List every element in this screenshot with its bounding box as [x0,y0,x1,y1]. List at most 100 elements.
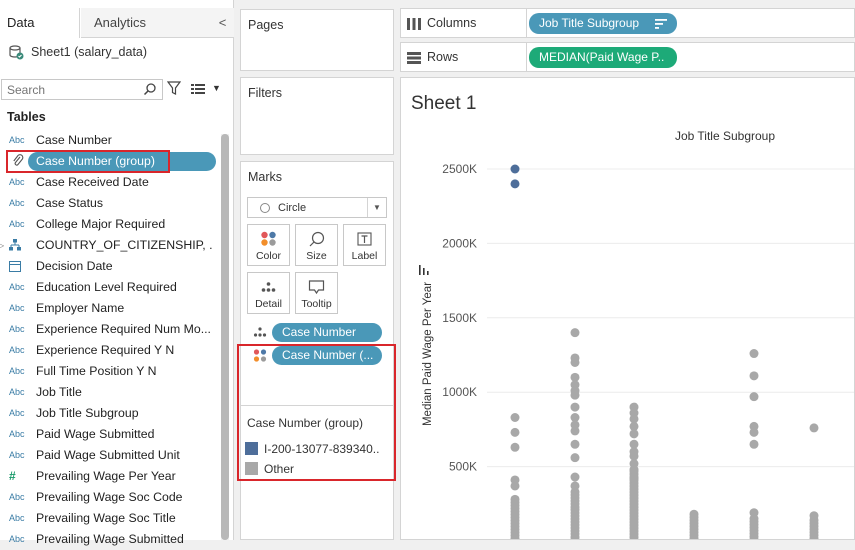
field-item[interactable]: Abc Case Number [0,130,220,151]
field-item[interactable]: COUNTRY_OF_CITIZENSHIP, ... ▷ [0,235,220,256]
field-item[interactable]: Abc Full Time Position Y N [0,361,220,382]
mark-type-dropdown[interactable]: Circle ▼ [247,197,387,218]
string-type-icon: Abc [9,135,25,145]
color-button[interactable]: Color [247,224,290,266]
field-name: Employer Name [36,301,125,315]
text-label-icon [357,232,372,246]
label-button[interactable]: Label [343,224,386,266]
search-icon[interactable] [143,82,157,96]
data-point[interactable] [749,371,759,381]
field-item[interactable]: Abc Case Status [0,193,220,214]
chart[interactable]: Job Title Subgroup 500K 1000K 1500K 2000K 25… [401,78,855,540]
tooltip-button[interactable]: Tooltip [295,272,338,314]
data-point[interactable] [629,429,639,439]
legend-swatch-group[interactable] [245,442,258,455]
filters-card[interactable]: Filters [240,77,394,155]
mark-pill-case-number[interactable]: Case Number [272,323,382,342]
data-point[interactable] [510,427,520,437]
field-item[interactable]: Decision Date [0,256,220,277]
field-item[interactable]: Abc Paid Wage Submitted [0,424,220,445]
legend-item-group[interactable]: I-200-13077-839340.. [264,442,379,456]
data-point[interactable] [570,390,580,400]
data-point[interactable] [749,392,759,402]
shelf-divider [526,9,527,37]
data-point[interactable] [510,442,520,452]
field-item[interactable]: Abc Experience Required Num Mo... [0,319,220,340]
field-item[interactable]: Abc Experience Required Y N [0,340,220,361]
field-item[interactable]: Abc Case Received Date [0,172,220,193]
detail-icon [261,282,276,292]
data-point[interactable] [629,465,639,475]
size-button[interactable]: Size [295,224,338,266]
filter-icon[interactable] [167,81,181,96]
field-list-scrollbar[interactable] [221,134,229,540]
field-item[interactable]: Abc College Major Required [0,214,220,235]
sort-axis-icon[interactable] [419,265,429,275]
field-name: Experience Required Num Mo... [36,322,211,336]
rows-pill[interactable]: MEDIAN(Paid Wage P.. [529,47,677,68]
field-name: Job Title Subgroup [36,406,139,420]
data-point[interactable] [749,439,759,449]
data-point[interactable] [570,439,580,449]
string-type-icon: Abc [9,408,25,418]
collapse-pane-button[interactable]: < [211,8,234,38]
search-input[interactable] [2,80,142,99]
viz-area[interactable]: Sheet 1 Job Title Subgroup 500K 1000K 1500… [400,77,855,540]
hierarchy-icon [9,239,29,252]
field-item[interactable]: Abc Paid Wage Submitted Unit [0,445,220,466]
highlight-box-marks-legend [237,344,396,481]
data-point[interactable] [510,164,520,174]
y-tick-label: 2000K [442,236,477,250]
tab-data[interactable]: Data [0,8,80,38]
data-point[interactable] [570,487,580,497]
data-point[interactable] [749,349,759,359]
field-item[interactable]: Abc Job Title [0,382,220,403]
y-axis-label: Median Paid Wage Per Year [422,282,434,426]
pages-card[interactable]: Pages [240,9,394,71]
field-item[interactable]: Abc Prevailing Wage Soc Title [0,508,220,529]
field-item[interactable]: Abc Prevailing Wage Soc Code [0,487,220,508]
data-point[interactable] [570,402,580,412]
column-header: Job Title Subgroup [675,129,775,143]
string-type-icon: Abc [9,324,25,334]
data-point[interactable] [570,328,580,338]
legend-divider [240,405,394,406]
rows-shelf[interactable]: Rows MEDIAN(Paid Wage P.. [400,42,855,72]
data-point[interactable] [749,427,759,437]
size-icon [309,231,325,247]
data-pane: Data Analytics < Sheet1 (salary_data) ▼ … [0,0,234,546]
tab-analytics[interactable]: Analytics [81,8,211,38]
data-point[interactable] [510,412,520,422]
mark-type-value: Circle [278,202,307,214]
data-point[interactable] [809,511,819,521]
color-label: Color [255,250,282,262]
columns-pill[interactable]: Job Title Subgroup [529,13,677,34]
field-item[interactable]: Abc Job Title Subgroup [0,403,220,424]
field-item[interactable]: Abc Education Level Required [0,277,220,298]
string-type-icon: Abc [9,219,25,229]
sort-icon[interactable] [655,19,667,29]
chevron-down-icon[interactable]: ▼ [212,83,221,93]
data-point[interactable] [749,508,759,518]
legend-item-other[interactable]: Other [264,462,294,476]
date-type-icon [9,260,29,272]
data-point[interactable] [570,472,580,482]
chevron-right-icon[interactable]: ▷ [0,235,4,256]
list-view-icon[interactable] [191,83,205,95]
data-point[interactable] [570,426,580,436]
chevron-down-icon: ▼ [367,198,386,217]
data-point[interactable] [570,357,580,367]
field-item[interactable]: # Prevailing Wage Per Year [0,466,220,487]
columns-shelf[interactable]: Columns Job Title Subgroup [400,8,855,38]
data-point[interactable] [629,474,639,484]
field-item[interactable]: Abc Employer Name [0,298,220,319]
data-point[interactable] [570,453,580,463]
detail-button[interactable]: Detail [247,272,290,314]
data-point[interactable] [510,179,520,189]
highlight-box-field [6,150,170,173]
data-point[interactable] [510,481,520,491]
y-tick-label: 1500K [442,311,477,325]
legend-swatch-other[interactable] [245,462,258,475]
tables-header: Tables [7,110,46,124]
data-point[interactable] [809,423,819,433]
